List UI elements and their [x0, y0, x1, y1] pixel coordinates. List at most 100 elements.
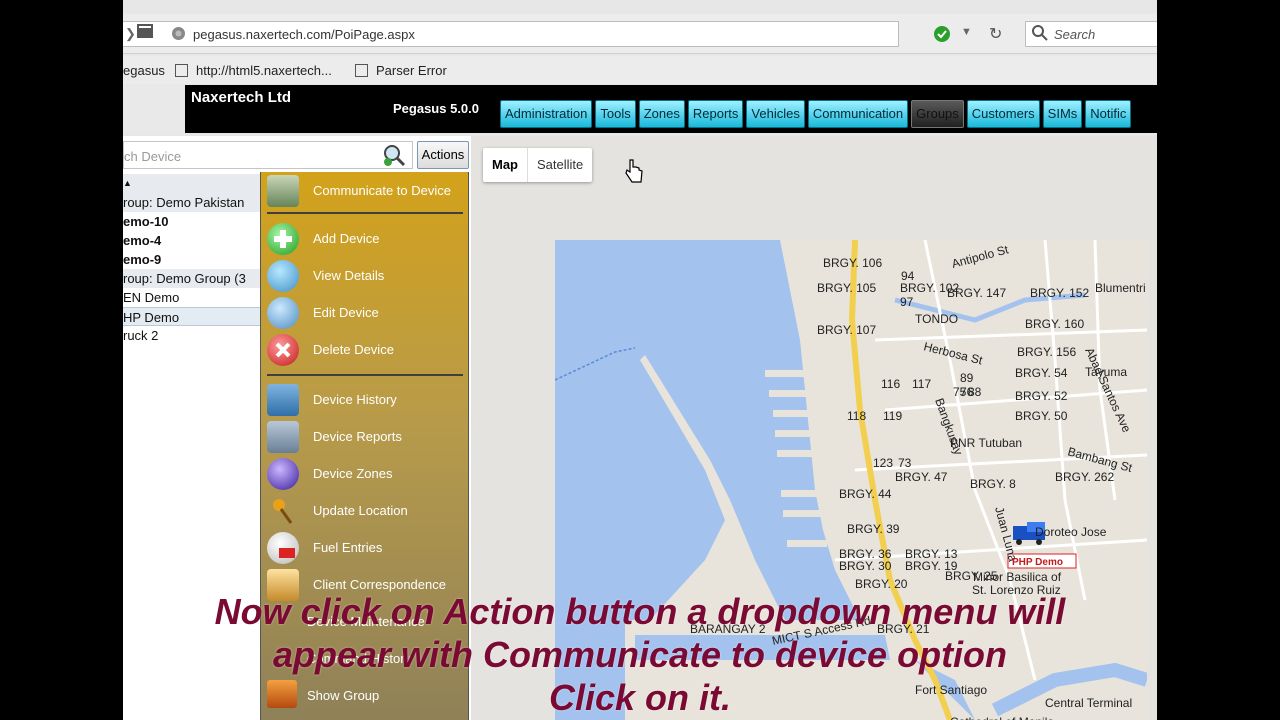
nav-tab-notifications[interactable]: Notific — [1085, 100, 1132, 128]
tree-device-selected[interactable]: HP Demo — [123, 307, 263, 326]
map-label: BRGY. 262 — [1055, 470, 1114, 484]
tree-device[interactable]: ruck 2 — [123, 326, 263, 345]
map-label: BRGY. 107 — [817, 323, 876, 337]
map-type-control: Map Satellite — [483, 148, 593, 182]
satellite-view-button[interactable]: Satellite — [528, 148, 592, 182]
add-icon — [267, 223, 299, 255]
tree-device[interactable]: emo-10 — [123, 212, 263, 231]
tree-device[interactable]: emo-9 — [123, 250, 263, 269]
verified-icon — [933, 25, 951, 46]
tutorial-caption: Now click on Action button a dropdown me… — [0, 590, 1280, 719]
caption-line: appear with Communicate to device option — [272, 634, 1008, 675]
sidebar-toggle-icon[interactable] — [137, 24, 153, 41]
map-label: PNR Tutuban — [950, 436, 1022, 450]
menu-item-delete-device[interactable]: Delete Device — [261, 333, 470, 367]
page-icon — [175, 64, 188, 77]
tree-device[interactable]: EN Demo — [123, 288, 263, 307]
reports-icon — [267, 421, 299, 453]
back-icon[interactable]: ❯ — [125, 26, 136, 42]
company-name: Naxertech Ltd — [191, 89, 292, 106]
page-icon — [355, 64, 368, 77]
details-icon — [267, 260, 299, 292]
map-view-button[interactable]: Map — [483, 148, 528, 182]
map-label: BRGY. 147 — [947, 286, 1006, 300]
map-label: BRGY. 160 — [1025, 317, 1084, 331]
menu-item-device-history[interactable]: Device History — [261, 383, 470, 417]
url-text: pegasus.naxertech.com/PoiPage.aspx — [193, 27, 415, 42]
map-label: 118 — [847, 409, 866, 423]
map-label: 116 — [881, 377, 900, 391]
search-icon — [1032, 25, 1048, 44]
location-pin-icon — [267, 495, 299, 527]
nav-tab-tools[interactable]: Tools — [595, 100, 636, 128]
map-label: BRGY. 106 — [823, 256, 882, 270]
menu-item-view-details[interactable]: View Details — [261, 259, 470, 293]
map-label: 88 — [968, 385, 982, 399]
main-nav: Administration Tools Zones Reports Vehicles C… — [500, 100, 1134, 128]
search-device-icon[interactable] — [381, 143, 406, 167]
map-label: BRGY. 8 — [970, 477, 1016, 491]
map-label: 117 — [912, 377, 931, 391]
app-version: Pegasus 5.0.0 — [393, 101, 479, 116]
menu-item-edit-device[interactable]: Edit Device — [261, 296, 470, 330]
menu-separator — [267, 374, 463, 376]
nav-tab-groups[interactable]: Groups — [911, 100, 964, 128]
app-header: Naxertech Ltd Pegasus 5.0.0 Administrati… — [123, 85, 1157, 133]
nav-tab-communication[interactable]: Communication — [807, 100, 909, 128]
map-label: 89 — [960, 371, 974, 385]
tree-group[interactable]: roup: Demo Pakistan — [123, 193, 263, 212]
map-label: BRGY. 47 — [895, 470, 948, 484]
nav-tab-customers[interactable]: Customers — [966, 100, 1040, 128]
map-label: TONDO — [915, 312, 958, 326]
map-label: Doroteo Jose — [1035, 525, 1107, 539]
browser-search-field[interactable]: Search — [1025, 21, 1157, 47]
menu-item-communicate[interactable]: Communicate to Device — [261, 174, 470, 208]
tree-device[interactable]: emo-4 — [123, 231, 263, 250]
tree-group[interactable]: roup: Demo Group (3 — [123, 269, 263, 288]
delete-icon — [267, 334, 299, 366]
edit-icon — [267, 297, 299, 329]
menu-item-add-device[interactable]: Add Device — [261, 222, 470, 256]
browser-toolbar: ❯ pegasus.naxertech.com/PoiPage.aspx ▼ ↻… — [123, 14, 1157, 54]
menu-item-device-zones[interactable]: Device Zones — [261, 457, 470, 491]
device-search-input[interactable]: ch Device — [123, 141, 413, 169]
nav-tab-administration[interactable]: Administration — [500, 100, 593, 128]
map-label: Tayuma — [1085, 365, 1127, 379]
menu-item-device-reports[interactable]: Device Reports — [261, 420, 470, 454]
tree-collapse-toggle[interactable]: ▲ — [123, 174, 263, 193]
map-label: Blumentri — [1095, 281, 1146, 295]
map-label: BRGY. 152 — [1030, 286, 1089, 300]
map-label: 75 — [953, 385, 967, 399]
bookmark-item[interactable]: http://html5.naxertech... — [175, 63, 332, 78]
map-label: 73 — [898, 456, 912, 470]
nav-tab-zones[interactable]: Zones — [638, 100, 685, 128]
globe-icon — [171, 26, 186, 44]
map-label: BRGY. 20 — [855, 577, 908, 591]
nav-tab-sims[interactable]: SIMs — [1042, 100, 1083, 128]
actions-button[interactable]: Actions — [417, 141, 469, 169]
dropdown-arrow-icon[interactable]: ▼ — [961, 26, 972, 38]
menu-separator — [267, 212, 463, 214]
map-label: BRGY. 30 — [839, 559, 892, 573]
map-label: BRGY. 105 — [817, 281, 876, 295]
nav-tab-vehicles[interactable]: Vehicles — [746, 100, 805, 128]
zones-icon — [267, 458, 299, 490]
map-label: 123 — [873, 456, 893, 470]
menu-item-fuel-entries[interactable]: Fuel Entries — [261, 531, 470, 565]
bookmark-item[interactable]: Parser Error — [355, 63, 447, 78]
map-label: 119 — [883, 409, 902, 423]
hand-cursor-icon — [623, 158, 645, 184]
nav-tab-reports[interactable]: Reports — [687, 100, 744, 128]
reload-icon[interactable]: ↻ — [989, 24, 1002, 44]
menu-item-update-location[interactable]: Update Location — [261, 494, 470, 528]
bookmark-item[interactable]: egasus — [123, 63, 165, 78]
device-tree: ▲ roup: Demo Pakistan emo-10 emo-4 emo-9… — [123, 174, 263, 345]
address-bar[interactable]: ❯ pegasus.naxertech.com/PoiPage.aspx ▼ — [123, 21, 972, 47]
map-label: Minor Basilica of — [973, 570, 1062, 584]
vehicle-marker-label[interactable]: PHP Demo — [1012, 557, 1063, 568]
caption-line: Now click on Action button a dropdown me… — [214, 591, 1066, 632]
fuel-icon — [267, 532, 299, 564]
communicate-icon — [267, 175, 299, 207]
map-label: BRGY. 52 — [1015, 389, 1068, 403]
map-label: 97 — [900, 295, 914, 309]
